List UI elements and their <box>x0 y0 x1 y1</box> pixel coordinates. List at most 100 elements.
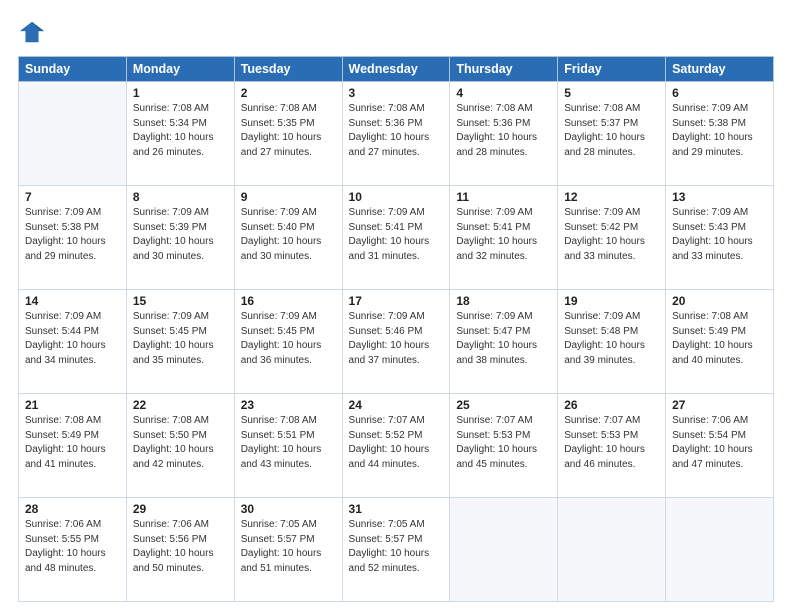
calendar-page: SundayMondayTuesdayWednesdayThursdayFrid… <box>0 0 792 612</box>
calendar-body: 1 Sunrise: 7:08 AMSunset: 5:34 PMDaylight… <box>19 82 774 602</box>
day-number: 27 <box>672 398 767 412</box>
week-row-4: 21 Sunrise: 7:08 AMSunset: 5:49 PMDayligh… <box>19 394 774 498</box>
day-cell: 4 Sunrise: 7:08 AMSunset: 5:36 PMDaylight… <box>450 82 558 186</box>
calendar-header: SundayMondayTuesdayWednesdayThursdayFrid… <box>19 57 774 82</box>
day-number: 17 <box>349 294 444 308</box>
day-cell: 8 Sunrise: 7:09 AMSunset: 5:39 PMDaylight… <box>126 186 234 290</box>
day-detail: Sunrise: 7:08 AMSunset: 5:35 PMDaylight:… <box>241 102 336 160</box>
logo-icon <box>18 18 46 46</box>
day-cell: 5 Sunrise: 7:08 AMSunset: 5:37 PMDaylight… <box>558 82 666 186</box>
day-cell: 11 Sunrise: 7:09 AMSunset: 5:41 PMDayligh… <box>450 186 558 290</box>
weekday-thursday: Thursday <box>450 57 558 82</box>
day-cell: 28 Sunrise: 7:06 AMSunset: 5:55 PMDayligh… <box>19 498 127 602</box>
day-cell: 17 Sunrise: 7:09 AMSunset: 5:46 PMDayligh… <box>342 290 450 394</box>
day-cell: 21 Sunrise: 7:08 AMSunset: 5:49 PMDayligh… <box>19 394 127 498</box>
day-number: 22 <box>133 398 228 412</box>
day-detail: Sunrise: 7:07 AMSunset: 5:53 PMDaylight:… <box>456 414 551 472</box>
day-cell: 3 Sunrise: 7:08 AMSunset: 5:36 PMDaylight… <box>342 82 450 186</box>
day-number: 3 <box>349 86 444 100</box>
day-cell: 13Sunrise: 7:09 AMSunset: 5:43 PMDayligh… <box>666 186 774 290</box>
day-detail: Sunrise: 7:08 AMSunset: 5:50 PMDaylight:… <box>133 414 228 472</box>
week-row-2: 7 Sunrise: 7:09 AMSunset: 5:38 PMDaylight… <box>19 186 774 290</box>
day-number: 5 <box>564 86 659 100</box>
day-number: 14 <box>25 294 120 308</box>
day-cell <box>19 82 127 186</box>
day-cell: 30Sunrise: 7:05 AMSunset: 5:57 PMDayligh… <box>234 498 342 602</box>
day-cell: 16 Sunrise: 7:09 AMSunset: 5:45 PMDayligh… <box>234 290 342 394</box>
header <box>18 18 774 46</box>
day-number: 12 <box>564 190 659 204</box>
day-number: 2 <box>241 86 336 100</box>
day-detail: Sunrise: 7:09 AMSunset: 5:41 PMDaylight:… <box>456 206 551 264</box>
day-detail: Sunrise: 7:08 AMSunset: 5:49 PMDaylight:… <box>25 414 120 472</box>
day-detail: Sunrise: 7:05 AMSunset: 5:57 PMDaylight:… <box>349 518 444 576</box>
day-number: 28 <box>25 502 120 516</box>
day-detail: Sunrise: 7:09 AMSunset: 5:44 PMDaylight:… <box>25 310 120 368</box>
day-detail: Sunrise: 7:09 AMSunset: 5:45 PMDaylight:… <box>133 310 228 368</box>
day-number: 13 <box>672 190 767 204</box>
day-number: 24 <box>349 398 444 412</box>
week-row-1: 1 Sunrise: 7:08 AMSunset: 5:34 PMDaylight… <box>19 82 774 186</box>
day-detail: Sunrise: 7:09 AMSunset: 5:46 PMDaylight:… <box>349 310 444 368</box>
weekday-tuesday: Tuesday <box>234 57 342 82</box>
day-detail: Sunrise: 7:08 AMSunset: 5:34 PMDaylight:… <box>133 102 228 160</box>
day-number: 19 <box>564 294 659 308</box>
day-cell: 9 Sunrise: 7:09 AMSunset: 5:40 PMDaylight… <box>234 186 342 290</box>
day-number: 16 <box>241 294 336 308</box>
day-number: 15 <box>133 294 228 308</box>
day-detail: Sunrise: 7:09 AMSunset: 5:38 PMDaylight:… <box>672 102 767 160</box>
day-detail: Sunrise: 7:09 AMSunset: 5:39 PMDaylight:… <box>133 206 228 264</box>
day-cell: 20 Sunrise: 7:08 AMSunset: 5:49 PMDayligh… <box>666 290 774 394</box>
day-number: 23 <box>241 398 336 412</box>
weekday-monday: Monday <box>126 57 234 82</box>
day-cell: 1 Sunrise: 7:08 AMSunset: 5:34 PMDaylight… <box>126 82 234 186</box>
day-detail: Sunrise: 7:07 AMSunset: 5:53 PMDaylight:… <box>564 414 659 472</box>
day-detail: Sunrise: 7:08 AMSunset: 5:49 PMDaylight:… <box>672 310 767 368</box>
day-number: 8 <box>133 190 228 204</box>
weekday-wednesday: Wednesday <box>342 57 450 82</box>
day-cell: 31 Sunrise: 7:05 AMSunset: 5:57 PMDayligh… <box>342 498 450 602</box>
day-cell: 29 Sunrise: 7:06 AMSunset: 5:56 PMDayligh… <box>126 498 234 602</box>
day-cell <box>558 498 666 602</box>
day-cell: 26 Sunrise: 7:07 AMSunset: 5:53 PMDayligh… <box>558 394 666 498</box>
day-detail: Sunrise: 7:09 AMSunset: 5:45 PMDaylight:… <box>241 310 336 368</box>
day-cell: 6 Sunrise: 7:09 AMSunset: 5:38 PMDaylight… <box>666 82 774 186</box>
day-detail: Sunrise: 7:08 AMSunset: 5:37 PMDaylight:… <box>564 102 659 160</box>
day-number: 11 <box>456 190 551 204</box>
day-number: 9 <box>241 190 336 204</box>
day-cell: 24Sunrise: 7:07 AMSunset: 5:52 PMDayligh… <box>342 394 450 498</box>
day-cell: 23 Sunrise: 7:08 AMSunset: 5:51 PMDayligh… <box>234 394 342 498</box>
day-number: 25 <box>456 398 551 412</box>
day-number: 4 <box>456 86 551 100</box>
day-detail: Sunrise: 7:08 AMSunset: 5:36 PMDaylight:… <box>349 102 444 160</box>
day-detail: Sunrise: 7:09 AMSunset: 5:47 PMDaylight:… <box>456 310 551 368</box>
day-detail: Sunrise: 7:09 AMSunset: 5:38 PMDaylight:… <box>25 206 120 264</box>
day-cell: 18Sunrise: 7:09 AMSunset: 5:47 PMDayligh… <box>450 290 558 394</box>
day-number: 21 <box>25 398 120 412</box>
day-cell: 14 Sunrise: 7:09 AMSunset: 5:44 PMDayligh… <box>19 290 127 394</box>
day-number: 1 <box>133 86 228 100</box>
day-number: 6 <box>672 86 767 100</box>
week-row-3: 14 Sunrise: 7:09 AMSunset: 5:44 PMDayligh… <box>19 290 774 394</box>
day-number: 31 <box>349 502 444 516</box>
day-detail: Sunrise: 7:09 AMSunset: 5:40 PMDaylight:… <box>241 206 336 264</box>
day-cell <box>450 498 558 602</box>
day-cell <box>666 498 774 602</box>
logo <box>18 18 50 46</box>
day-detail: Sunrise: 7:08 AMSunset: 5:51 PMDaylight:… <box>241 414 336 472</box>
calendar-table: SundayMondayTuesdayWednesdayThursdayFrid… <box>18 56 774 602</box>
day-number: 29 <box>133 502 228 516</box>
week-row-5: 28 Sunrise: 7:06 AMSunset: 5:55 PMDayligh… <box>19 498 774 602</box>
day-number: 7 <box>25 190 120 204</box>
day-cell: 27Sunrise: 7:06 AMSunset: 5:54 PMDayligh… <box>666 394 774 498</box>
day-number: 30 <box>241 502 336 516</box>
day-cell: 7 Sunrise: 7:09 AMSunset: 5:38 PMDaylight… <box>19 186 127 290</box>
day-number: 20 <box>672 294 767 308</box>
day-detail: Sunrise: 7:09 AMSunset: 5:48 PMDaylight:… <box>564 310 659 368</box>
day-detail: Sunrise: 7:06 AMSunset: 5:55 PMDaylight:… <box>25 518 120 576</box>
day-cell: 15 Sunrise: 7:09 AMSunset: 5:45 PMDayligh… <box>126 290 234 394</box>
day-detail: Sunrise: 7:08 AMSunset: 5:36 PMDaylight:… <box>456 102 551 160</box>
day-detail: Sunrise: 7:06 AMSunset: 5:56 PMDaylight:… <box>133 518 228 576</box>
day-number: 26 <box>564 398 659 412</box>
day-cell: 2 Sunrise: 7:08 AMSunset: 5:35 PMDaylight… <box>234 82 342 186</box>
